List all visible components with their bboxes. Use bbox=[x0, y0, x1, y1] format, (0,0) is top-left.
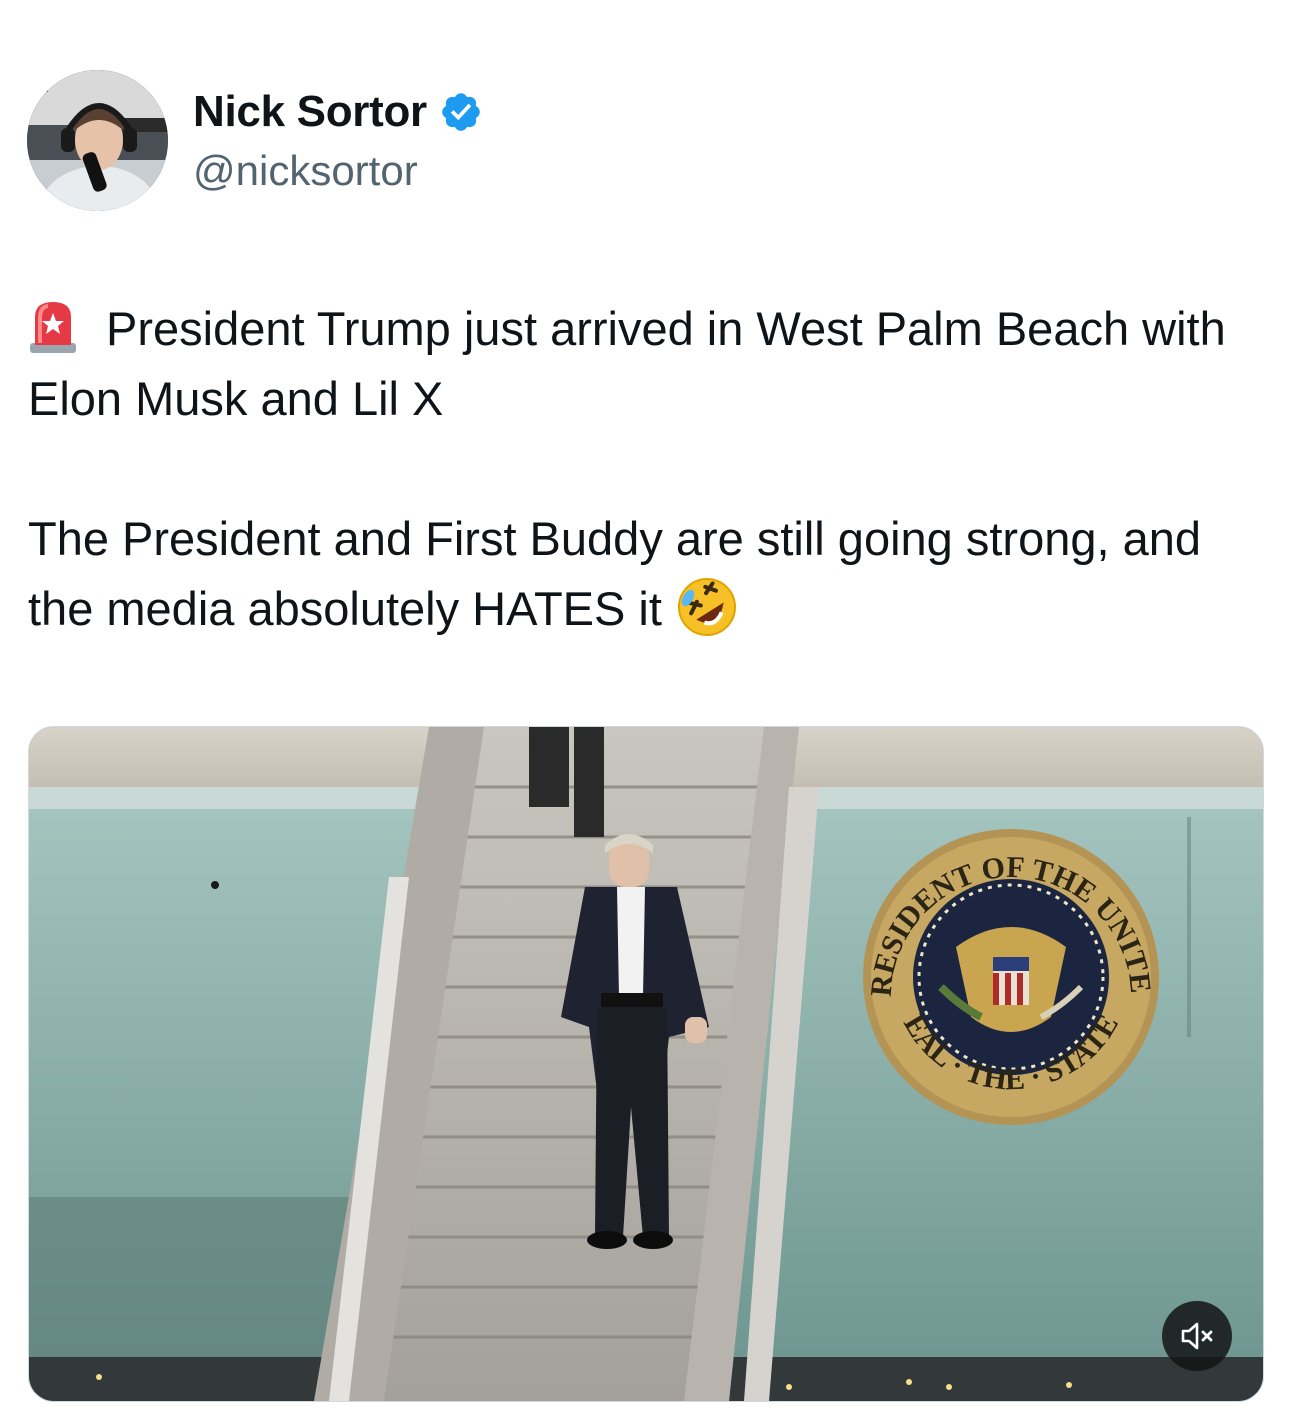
rolling-on-floor-laughing-emoji-icon bbox=[676, 576, 738, 638]
tweet-paragraph-1: President Trump just arrived in West Pal… bbox=[28, 294, 1268, 434]
author-name-row[interactable]: Nick Sortor bbox=[193, 84, 483, 140]
avatar[interactable]: ST bbox=[27, 70, 168, 211]
tweet-video[interactable]: PRESIDENT OF THE UNITED SEAL · THE · STA… bbox=[28, 726, 1264, 1402]
verified-badge-icon bbox=[439, 90, 483, 134]
police-light-emoji-icon bbox=[28, 299, 78, 355]
tweet-paragraph-2: The President and First Buddy are still … bbox=[28, 504, 1268, 644]
tweet-text-line-1: President Trump just arrived in West Pal… bbox=[28, 302, 1226, 425]
author-display-name[interactable]: Nick Sortor bbox=[193, 87, 427, 137]
author-handle[interactable]: @nicksortor bbox=[193, 147, 418, 195]
tweet-text: President Trump just arrived in West Pal… bbox=[28, 294, 1268, 644]
tweet-text-line-2: The President and First Buddy are still … bbox=[28, 512, 1202, 635]
tweet: ST Nick Sortor @nicksortor President Tru… bbox=[0, 0, 1290, 1416]
speaker-muted-icon bbox=[1181, 1322, 1213, 1350]
avatar-photo-icon: ST bbox=[27, 70, 168, 211]
mute-toggle-button[interactable] bbox=[1162, 1301, 1232, 1371]
svg-text:ST: ST bbox=[31, 79, 52, 96]
video-frame: PRESIDENT OF THE UNITED SEAL · THE · STA… bbox=[29, 727, 1263, 1401]
